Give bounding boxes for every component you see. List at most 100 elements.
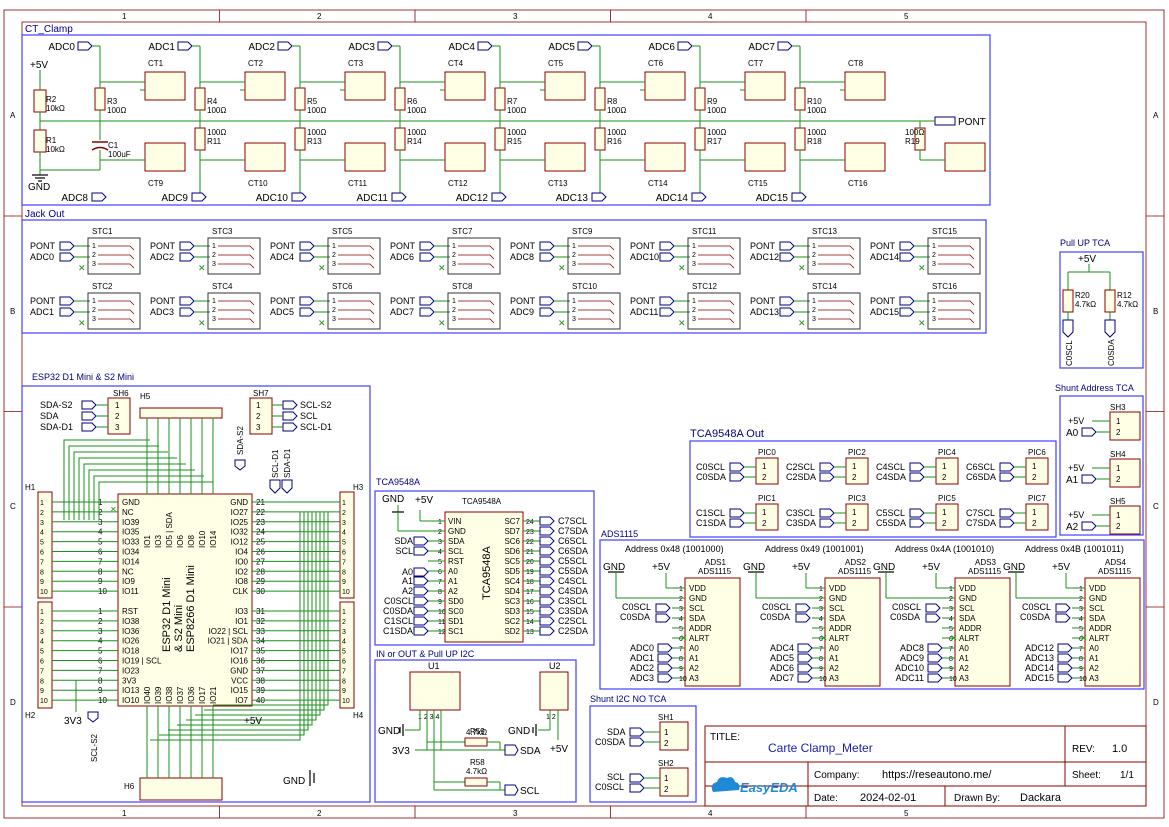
jack-contact [458,245,495,251]
pin-num: 7 [819,646,823,653]
pin-num: 23 [526,529,534,536]
jack-pin: 3 [692,316,696,323]
resistor-value: 100Ω [407,106,426,115]
tca-pin-left: A2 [448,587,458,596]
jack-pin: 1 [92,298,96,305]
svg-text:C0SDA: C0SDA [595,737,625,747]
esp-pin-left: IO33 [122,538,140,547]
esp-pin-left: NC [122,508,134,517]
jack-grid: PONTADC0STC1123✕PONTADC2STC3123✕PONTADC4… [30,227,981,330]
esp-pin-bottom: IO40 [143,686,152,704]
jack-pin: 2 [692,307,696,314]
pin-num: 10 [679,676,687,683]
shunt-supply: +5V [1068,463,1084,473]
resistor [494,127,506,151]
jack-contact [818,245,855,251]
pin-num: 2 [1032,519,1037,528]
pin-num: 5 [679,626,683,633]
jack-contact [338,254,375,260]
jack-ref: STC1 [92,227,113,236]
jack-contact [98,309,135,315]
pic-sda: C0SDA [696,472,726,482]
pont-netflag [934,116,956,126]
scl-d1-label: SCL-D1 [271,449,280,478]
pin-num: 3 [40,629,44,636]
net-flag [729,472,745,482]
scl-s2-label: SCL-S2 [90,733,99,762]
ads-scl: C0SCL [1022,602,1051,612]
jack-contact [818,318,855,324]
jack-contact [338,245,375,251]
jack-adc-label: ADC8 [510,252,534,262]
no-connect-icon: ✕ [680,633,688,643]
ads-pin: ADDR [689,624,712,633]
svg-text:GND: GND [28,182,50,193]
net-flag [999,508,1015,518]
jack-pin: 2 [932,307,936,314]
chip-name: ESP32 D1 Mini [161,577,173,652]
ct-bottom-sensor [844,142,886,172]
svg-text:R12: R12 [1117,291,1132,300]
pin-num: 9 [819,666,823,673]
ads-pin: SCL [689,604,705,613]
svg-text:U1: U1 [428,661,440,671]
frame-row-right: B [1153,307,1158,316]
adc-top-label: ADC1 [148,42,175,53]
pin-num: 5 [819,626,823,633]
net-flag [1055,613,1071,623]
tca-v5: +5V [415,495,433,506]
net-flag [59,307,75,317]
net-flag [234,459,246,471]
net-flag [413,596,429,606]
pin-num: 9 [438,599,442,606]
pin-num: 1 [762,508,767,517]
pin-num: 5 [949,626,953,633]
h5-ref: H5 [140,392,151,401]
net-flag [927,653,943,663]
sh7-net: SCL-S2 [300,400,332,410]
tca-net-right: C4SCL [558,576,587,586]
resistor [694,127,706,151]
svg-text:GND: GND [378,726,400,737]
ads-pin: GND [1089,594,1107,603]
v33-label: 3V3 [64,716,82,727]
esp32-circuit: SH6 SDA-S2 1 SDA 2 SDA-D1 3 SH7 SCL-S2 1 SCL 2 SCL-D… [25,389,364,801]
jack-ref: STC10 [572,282,597,291]
pin-num: 1 [942,508,947,517]
pic-scl: C0SCL [696,462,725,472]
pin-num: 8 [342,678,346,685]
pin-num: 1 [1032,462,1037,471]
frame-col-top: 3 [513,12,518,21]
ads-pin: A0 [959,644,969,653]
ads-sda: C0SDA [760,612,790,622]
net-flag [539,516,555,526]
ct-bottom-sensor [244,142,286,172]
sh7-net: SCL [300,411,318,421]
tca-pin-right: SC2 [504,617,520,626]
pin-num: 6 [342,659,346,666]
adc-top-label: ADC4 [448,42,475,53]
jack-adc-label: ADC6 [390,252,414,262]
sh6-net: SDA [40,411,59,421]
ads-scl: C0SCL [762,602,791,612]
ct-clamp-box [21,34,991,206]
jack-contact [698,309,735,315]
jack-pin: 3 [92,316,96,323]
ads-adc-label: ADC11 [896,673,924,683]
svg-text:SH2: SH2 [658,759,674,768]
jack-pin: 3 [812,261,816,268]
pin-num: 1 [40,500,44,507]
ct-bottom-label: CT11 [348,179,368,188]
pic-ref: PIC3 [848,494,866,503]
adc-top-label: ADC3 [348,42,375,53]
svg-text:1: 1 [664,728,669,737]
jack-pont-label: PONT [510,296,536,306]
resistor-label: R19 [905,137,920,146]
pin-num: 1 [1032,508,1037,517]
net-flag [797,663,813,673]
pin-num: 1 [942,462,947,471]
jack-pont-label: PONT [270,241,296,251]
svg-text:10kΩ: 10kΩ [46,104,65,113]
ads-pin: ADDR [1089,624,1112,633]
tca-net-left: A1 [402,576,413,586]
